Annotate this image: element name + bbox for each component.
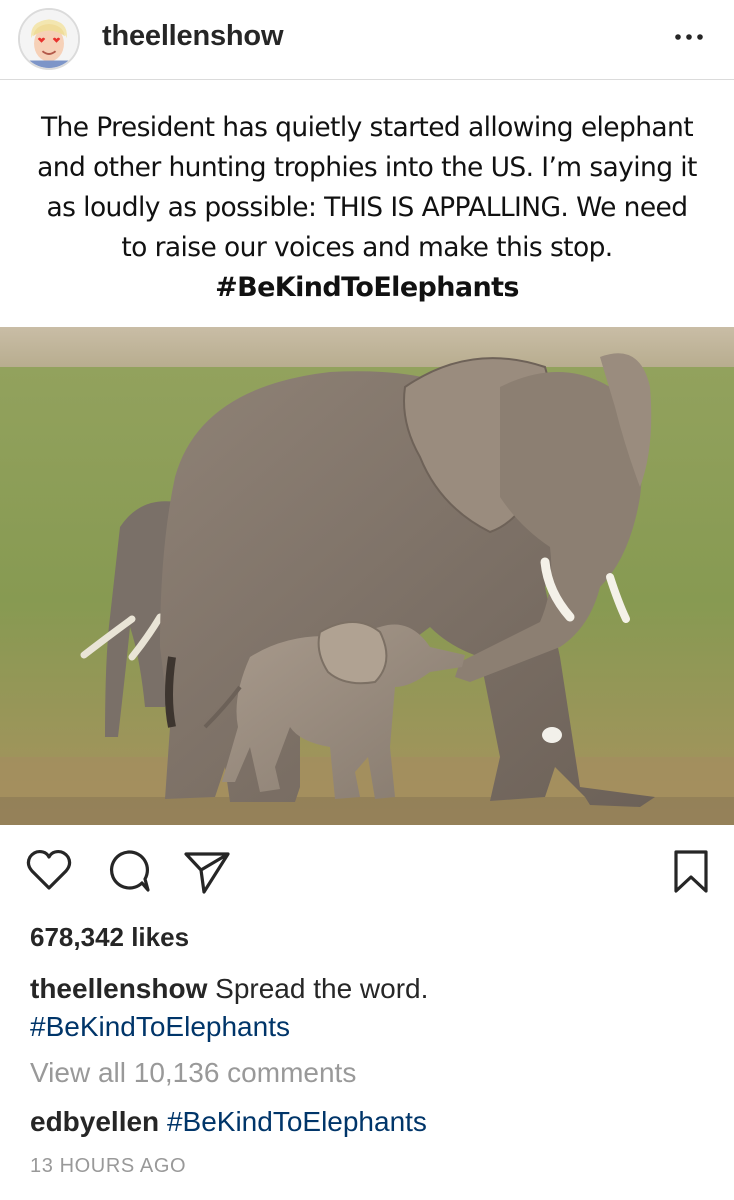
image-text-line-2: and other hunting trophies into the US. … xyxy=(37,152,697,183)
paper-plane-icon[interactable] xyxy=(182,846,232,896)
comment-hashtag[interactable]: #BeKindToElephants xyxy=(167,1106,427,1137)
view-all-comments-link[interactable]: View all 10,136 comments xyxy=(30,1057,356,1089)
post-caption: theellenshow Spread the word. #BeKindToE… xyxy=(30,970,710,1046)
heart-eyes-avatar-icon[interactable] xyxy=(18,8,80,70)
elephant-photo[interactable] xyxy=(0,327,734,825)
elephant-photo-illustration xyxy=(0,327,734,825)
image-text-line-4: to raise our voices and make this stop. xyxy=(121,232,613,263)
post-timestamp: 13 HOURS AGO xyxy=(30,1155,187,1177)
post-header: theellenshow xyxy=(0,0,734,80)
post-actions xyxy=(0,846,734,906)
comment-username[interactable]: edbyellen xyxy=(30,1106,159,1137)
caption-hashtag[interactable]: #BeKindToElephants xyxy=(30,1011,290,1042)
post-image-text: The President has quietly started allowi… xyxy=(0,108,734,308)
caption-text: Spread the word. xyxy=(215,973,429,1004)
comment-bubble-icon[interactable] xyxy=(104,846,154,896)
bookmark-icon[interactable] xyxy=(666,846,716,896)
heart-icon[interactable] xyxy=(24,846,74,896)
ellipsis-icon[interactable] xyxy=(672,22,706,52)
post-username[interactable]: theellenshow xyxy=(102,20,284,53)
image-text-line-3: as loudly as possible: THIS IS APPALLING… xyxy=(46,192,689,223)
image-text-line-1: The President has quietly started allowi… xyxy=(40,112,694,143)
comment-item: edbyellen #BeKindToElephants xyxy=(30,1106,427,1138)
caption-username[interactable]: theellenshow xyxy=(30,973,207,1004)
image-text-hashtag: #BeKindToElephants xyxy=(215,272,519,303)
likes-count[interactable]: 678,342 likes xyxy=(30,922,189,953)
